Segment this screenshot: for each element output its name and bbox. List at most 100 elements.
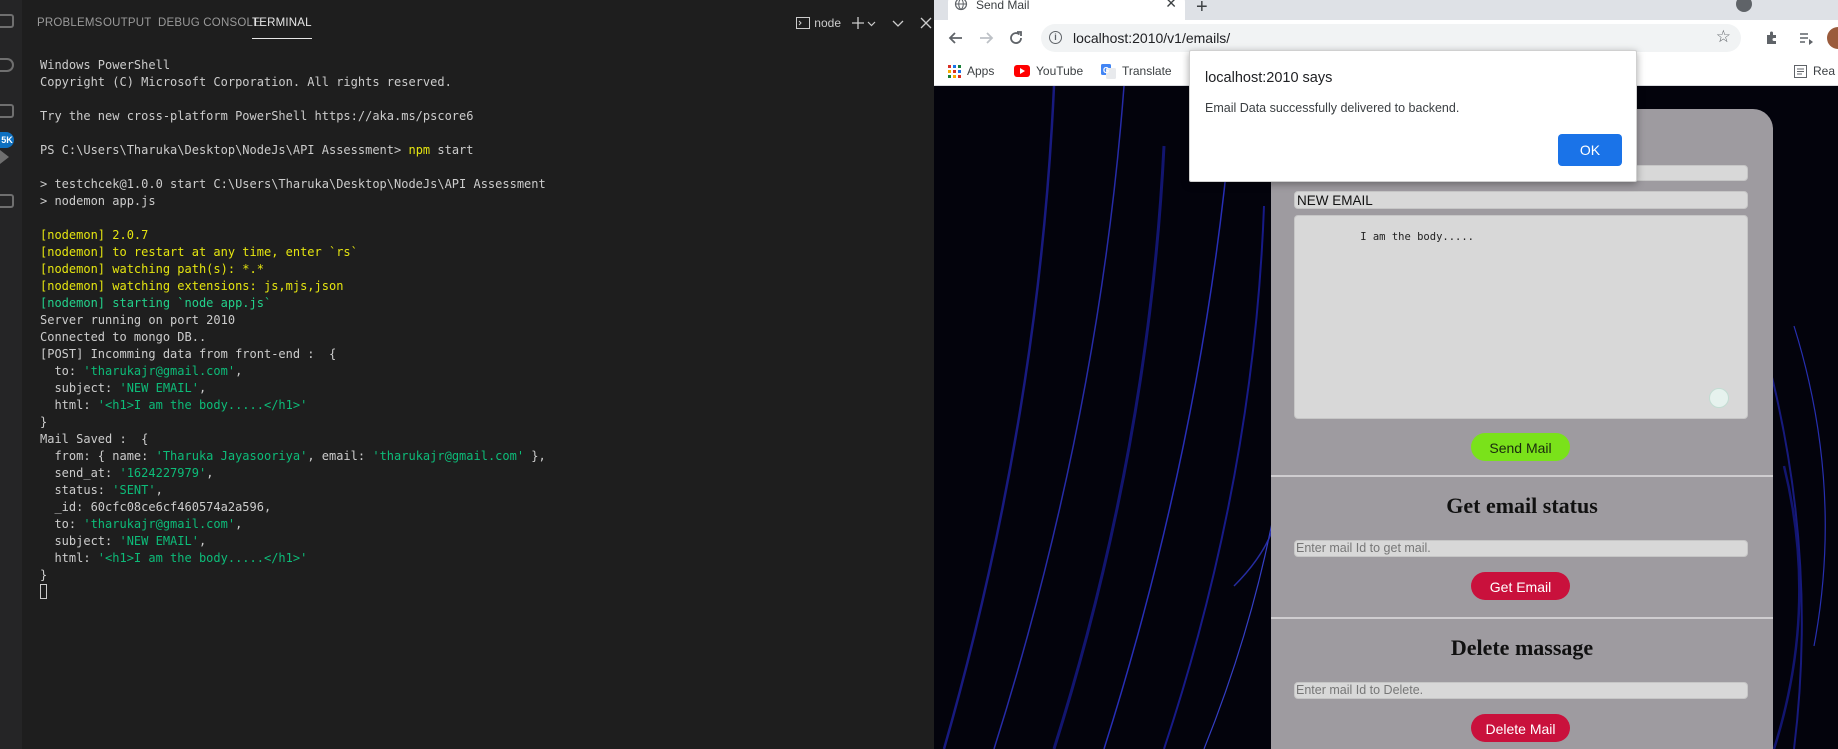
terminal-text: Windows PowerShell (40, 58, 171, 72)
globe-icon (954, 0, 968, 11)
terminal-text: to: (40, 517, 84, 531)
terminal-text: 'SENT' (112, 483, 156, 497)
reading-list[interactable]: Rea (1794, 62, 1835, 80)
reload-icon (1010, 31, 1022, 44)
maximize-panel-button[interactable] (892, 17, 904, 29)
terminal-line: [nodemon] 2.0.7 (40, 227, 920, 244)
terminal-line: > testchcek@1.0.0 start C:\Users\Tharuka… (40, 176, 920, 193)
terminal-text: start (430, 143, 474, 157)
terminal-text: [nodemon] starting `node app.js` (40, 296, 272, 310)
terminal-line: } (40, 567, 920, 584)
activity-bar: 5K (0, 0, 22, 749)
send-mail-button[interactable]: Send Mail (1471, 433, 1570, 461)
terminal-text: [nodemon] watching path(s): *.* (40, 262, 264, 276)
grammarly-icon[interactable] (1709, 388, 1729, 408)
new-terminal-button[interactable] (851, 16, 876, 30)
tab-title: Send Mail (976, 0, 1030, 12)
terminal-line: _id: 60cfc08ce6cf460574a2a596, (40, 499, 920, 516)
tab-output[interactable]: OUTPUT (103, 17, 151, 29)
tab-search-icon[interactable] (1736, 0, 1752, 12)
terminal-line: subject: 'NEW EMAIL', (40, 380, 920, 397)
bookmark-translate-label: Translate (1122, 64, 1172, 78)
close-icon (920, 17, 932, 29)
explorer-icon[interactable] (0, 14, 14, 28)
tab-terminal[interactable]: TERMINAL (252, 17, 312, 39)
terminal-line: [nodemon] to restart at any time, enter … (40, 244, 920, 261)
terminal-line: html: '<h1>I am the body.....</h1>' (40, 550, 920, 567)
section-divider (1271, 475, 1773, 477)
terminal-text: }, (524, 449, 546, 463)
delete-mail-button[interactable]: Delete Mail (1471, 714, 1570, 742)
delete-mail-id-input[interactable]: Enter mail Id to Delete. (1294, 682, 1748, 699)
url-text: localhost:2010/v1/emails/ (1073, 30, 1231, 46)
terminal-text: } (40, 568, 48, 582)
back-button[interactable] (944, 26, 968, 50)
terminal-cursor (40, 584, 47, 599)
youtube-icon (1014, 65, 1030, 77)
queue-icon[interactable] (1796, 28, 1816, 48)
tab-debug-console[interactable]: DEBUG CONSOLE (158, 17, 261, 29)
terminal-text: 'tharukajr@gmail.com' (83, 364, 236, 378)
get-mail-id-input[interactable]: Enter mail Id to get mail. (1294, 540, 1748, 557)
browser-tab[interactable]: Send Mail ✕ (948, 0, 1185, 20)
tab-close-icon[interactable]: ✕ (1165, 0, 1177, 12)
forward-button[interactable] (974, 26, 998, 50)
terminal-line: Copyright (C) Microsoft Corporation. All… (40, 74, 920, 91)
terminal-text: } (40, 415, 48, 429)
terminal-line: Server running on port 2010 (40, 312, 920, 329)
tab-problems[interactable]: PROBLEMS (37, 17, 103, 29)
reload-button[interactable] (1004, 26, 1028, 50)
terminal-text: 'tharukajr@gmail.com' (83, 517, 236, 531)
terminal-text: Try the new cross-platform PowerShell ht… (40, 109, 474, 123)
terminal-profile-label: node (814, 16, 841, 30)
terminal-profile-selector[interactable]: node (796, 16, 841, 30)
dialog-ok-button[interactable]: OK (1558, 134, 1622, 166)
terminal-line: [nodemon] watching path(s): *.* (40, 261, 920, 278)
terminal-cursor-line (40, 584, 920, 601)
run-debug-icon[interactable] (0, 150, 9, 164)
mail-card: NEW EMAIL I am the body..... Send Mail G… (1271, 109, 1773, 749)
terminal-text: Server running on port 2010 (40, 313, 236, 327)
search-icon[interactable] (0, 58, 14, 72)
extensions-icon[interactable] (0, 194, 14, 208)
terminal-text: , (206, 466, 214, 480)
terminal-text: html: (40, 551, 98, 565)
terminal-line: [nodemon] watching extensions: js,mjs,js… (40, 278, 920, 295)
terminal-output[interactable]: Windows PowerShell Copyright (C) Microsof… (40, 57, 920, 601)
source-control-icon[interactable] (0, 104, 14, 118)
site-info-icon[interactable]: i (1049, 31, 1062, 44)
new-tab-button[interactable]: + (1196, 0, 1208, 19)
bookmark-apps[interactable]: Apps (948, 62, 994, 80)
terminal-text: 'tharukajr@gmail.com' (372, 449, 525, 463)
terminal-text: 'Tharuka Jayasooriya' (155, 449, 308, 463)
terminal-text: 'NEW EMAIL' (119, 381, 199, 395)
bookmark-youtube[interactable]: YouTube (1014, 62, 1083, 80)
panel-actions: node (786, 13, 934, 33)
terminal-text: , (198, 381, 207, 395)
subject-field[interactable]: NEW EMAIL (1294, 191, 1748, 209)
bookmark-star-icon[interactable]: ☆ (1716, 27, 1731, 47)
tab-strip: Send Mail ✕ + (934, 0, 1838, 20)
terminal-text: send_at: (40, 466, 120, 480)
terminal-line: to: 'tharukajr@gmail.com', (40, 516, 920, 533)
close-panel-button[interactable] (920, 17, 932, 29)
terminal-line: Windows PowerShell (40, 57, 920, 74)
screen: 5K PROBLEMS OUTPUT DEBUG CONSOLE TERMINA… (0, 0, 1838, 749)
get-email-button[interactable]: Get Email (1471, 572, 1570, 600)
address-bar[interactable]: i localhost:2010/v1/emails/ ☆ (1041, 24, 1741, 52)
terminal-text: 'NEW EMAIL' (119, 534, 199, 548)
terminal-text: from: { name: (40, 449, 156, 463)
body-textarea[interactable]: I am the body..... (1294, 215, 1748, 419)
section-divider (1271, 617, 1773, 619)
extensions-puzzle-icon[interactable] (1762, 28, 1782, 48)
terminal-text: , email: (307, 449, 373, 463)
terminal-text: Connected to mongo DB.. (40, 330, 207, 344)
terminal-line: Connected to mongo DB.. (40, 329, 920, 346)
reading-list-label: Rea (1813, 64, 1836, 78)
terminal-text: PS C:\Users\Tharuka\Desktop\NodeJs\API A… (40, 143, 409, 157)
bookmark-translate[interactable]: G Translate (1101, 62, 1172, 80)
terminal-text: Copyright (C) Microsoft Corporation. All… (40, 75, 452, 89)
terminal-text: [nodemon] watching extensions: js,mjs,js… (40, 279, 344, 293)
terminal-text: , (235, 517, 243, 531)
